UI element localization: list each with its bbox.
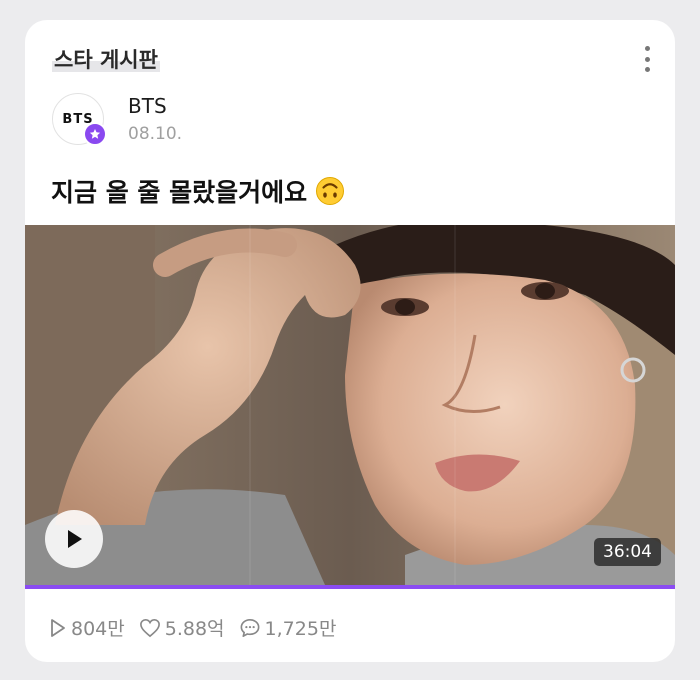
like-count[interactable]: 5.88억 bbox=[139, 614, 225, 641]
comment-icon bbox=[240, 618, 260, 637]
video-player[interactable] bbox=[25, 225, 675, 585]
board-title: 스타 게시판 bbox=[52, 44, 160, 74]
author-name[interactable]: BTS bbox=[128, 94, 167, 118]
board-title-text: 스타 게시판 bbox=[52, 48, 160, 72]
comment-count[interactable]: 1,725만 bbox=[239, 614, 337, 641]
more-options-button[interactable] bbox=[637, 46, 657, 72]
star-badge-icon bbox=[83, 122, 107, 146]
play-outline-icon bbox=[51, 618, 65, 637]
post-title[interactable]: 지금 올 줄 몰랐을거에요 bbox=[51, 173, 345, 209]
post-stats: 804만 5.88억 1,725만 bbox=[49, 614, 350, 641]
play-count-value: 804만 bbox=[71, 618, 125, 640]
heart-icon bbox=[139, 618, 160, 637]
video-duration: 36:04 bbox=[594, 538, 661, 566]
like-count-value: 5.88억 bbox=[164, 618, 225, 640]
play-icon bbox=[68, 530, 82, 548]
more-vertical-icon bbox=[644, 46, 650, 51]
play-button[interactable] bbox=[45, 510, 103, 568]
post-card[interactable]: 스타 게시판 BTS BTS 08.10. 지금 올 줄 몰랐을거에요 36:0… bbox=[25, 20, 675, 662]
video-thumbnail bbox=[25, 225, 675, 585]
upside-down-face-emoji bbox=[316, 177, 345, 205]
avatar[interactable]: BTS bbox=[52, 93, 107, 146]
post-date: 08.10. bbox=[128, 124, 183, 144]
post-title-text: 지금 올 줄 몰랐을거에요 bbox=[51, 178, 308, 207]
comment-count-value: 1,725만 bbox=[264, 618, 337, 640]
video-progress-bar bbox=[25, 585, 675, 589]
play-count: 804만 bbox=[49, 614, 125, 641]
